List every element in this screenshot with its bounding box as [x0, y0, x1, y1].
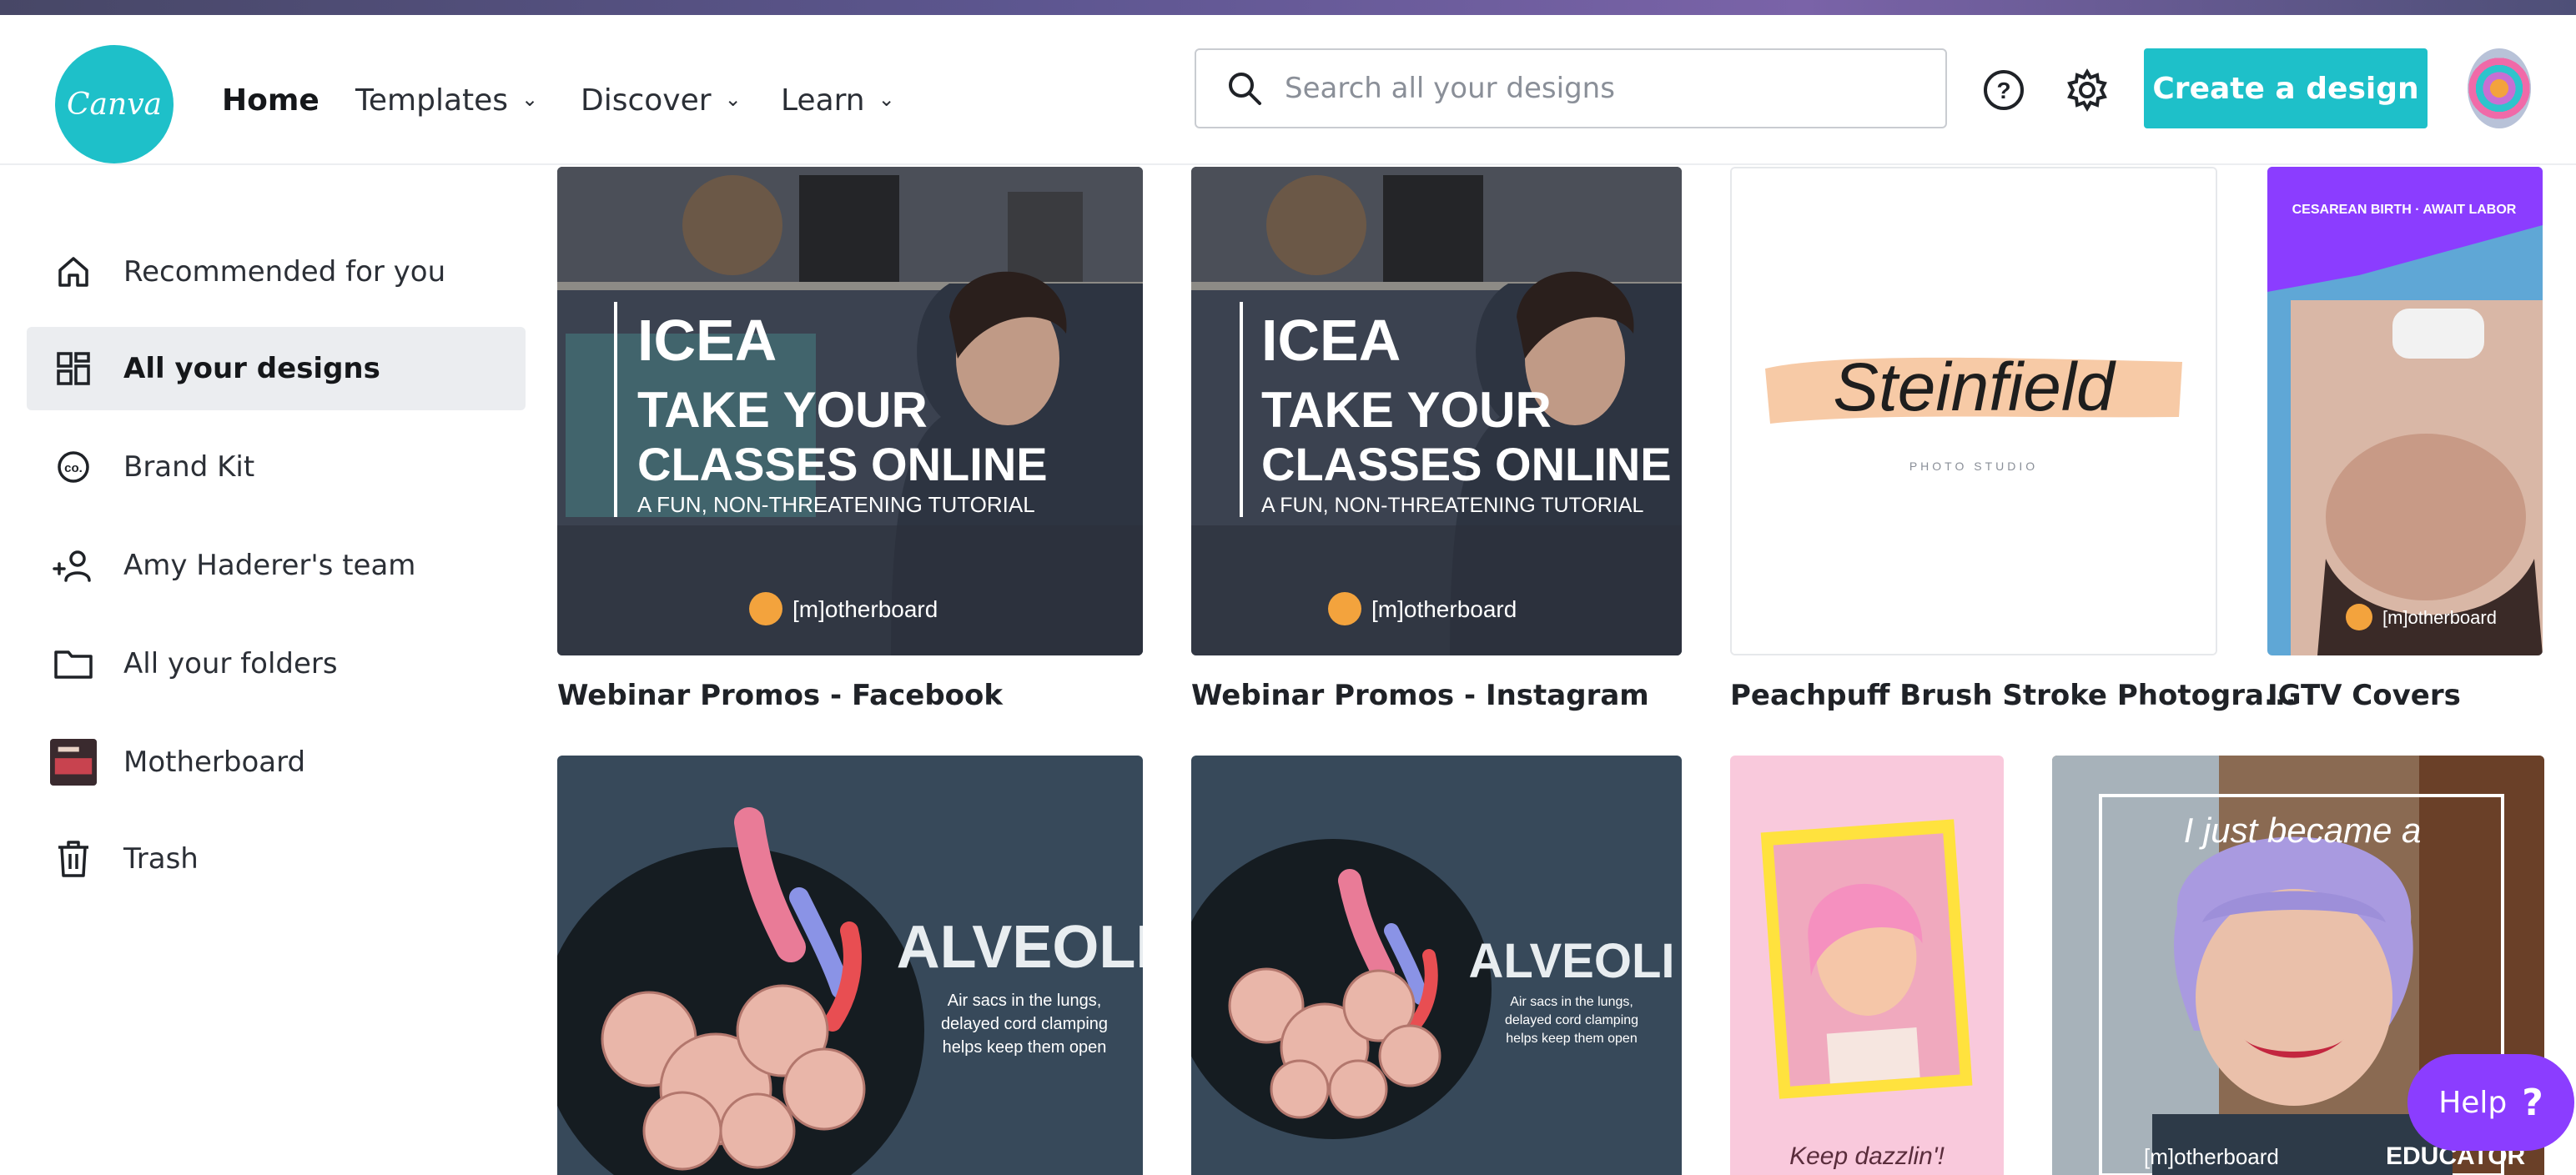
thumb-line3: A FUN, NON-THREATENING TUTORIAL: [637, 492, 1035, 517]
chevron-down-icon: ⌄: [521, 87, 539, 111]
gear-icon: [2067, 68, 2107, 113]
sidebar-item-brand-kit[interactable]: co. Brand Kit: [27, 425, 526, 509]
sidebar-item-motherboard[interactable]: Motherboard: [27, 721, 526, 804]
thumb-line: Air sacs in the lungs,: [1510, 995, 1633, 1009]
question-icon: ?: [2522, 1081, 2543, 1124]
search-input[interactable]: [1283, 71, 1945, 106]
design-thumbnail: Keep dazzlin'!: [1730, 756, 2004, 1175]
design-title[interactable]: Peachpuff Brush Stroke Photogra...: [1730, 679, 2297, 712]
design-thumbnail: CESAREAN BIRTH · AWAIT LABOR [m]otherboa…: [2267, 167, 2543, 655]
svg-text:co.: co.: [64, 461, 83, 475]
design-thumbnail: ICEA TAKE YOUR CLASSES ONLINE A FUN, NON…: [1191, 167, 1682, 655]
nav-home[interactable]: Home: [222, 83, 319, 118]
thumb-heading: ALVEOLI: [1468, 934, 1674, 988]
question-circle-icon: ?: [1984, 70, 2024, 110]
sidebar-item-all-designs[interactable]: All your designs: [27, 327, 526, 410]
design-thumbnail: ALVEOLI Air sacs in the lungs, delayed c…: [557, 756, 1143, 1175]
team-icon: [50, 542, 97, 589]
thumb-line2: CLASSES ONLINE: [1261, 438, 1672, 490]
design-thumbnail: ICEA TAKE YOUR CLASSES ONLINE A FUN, NON…: [557, 167, 1143, 655]
avatar[interactable]: [2468, 48, 2531, 128]
thumb-line: Air sacs in the lungs,: [948, 992, 1102, 1010]
thumb-sub-text: PHOTO STUDIO: [1909, 459, 2038, 473]
help-center-button[interactable]: ?: [1979, 65, 2029, 115]
sidebar: Recommended for you All your designs co.…: [0, 163, 551, 1175]
design-card-webinar-instagram[interactable]: ICEA TAKE YOUR CLASSES ONLINE A FUN, NON…: [1191, 167, 1682, 655]
thumb-line1: TAKE YOUR: [637, 382, 928, 438]
thumb-line: helps keep them open: [943, 1038, 1107, 1057]
thumb-line2: CLASSES ONLINE: [637, 438, 1048, 490]
browser-top-strip: [0, 0, 2576, 23]
design-card-alveoli-2[interactable]: ALVEOLI Air sacs in the lungs, delayed c…: [1191, 756, 1682, 1175]
trash-icon: [50, 836, 97, 882]
thumb-line: delayed cord clamping: [1505, 1013, 1638, 1027]
search-icon: [1229, 73, 1261, 105]
design-thumbnail: ALVEOLI Air sacs in the lungs, delayed c…: [1191, 756, 1682, 1175]
sidebar-item-recommended[interactable]: Recommended for you: [27, 230, 526, 314]
design-card-peachpuff[interactable]: Steinfield PHOTO STUDIO: [1730, 167, 2217, 655]
thumb-script-text: Keep dazzlin'!: [1789, 1142, 1945, 1170]
sidebar-item-team[interactable]: Amy Haderer's team: [27, 524, 526, 607]
header: Canva Home Templates⌄ Discover⌄ Learn⌄ ?…: [0, 15, 2576, 165]
design-thumbnail: Steinfield PHOTO STUDIO: [1732, 168, 2216, 654]
design-title[interactable]: Webinar Promos - Facebook: [557, 679, 1003, 712]
thumb-brand: [m]otherboard: [792, 596, 938, 622]
thumb-brand: [m]otherboard: [2382, 607, 2497, 628]
help-button[interactable]: Help?: [2407, 1054, 2574, 1151]
thumb-line: helps keep them open: [1506, 1032, 1637, 1046]
thumb-line3: A FUN, NON-THREATENING TUTORIAL: [1261, 494, 1643, 517]
thumb-logo-text: ICEA: [1261, 308, 1401, 373]
thumb-line: delayed cord clamping: [941, 1015, 1108, 1033]
folder-icon: [50, 640, 97, 687]
canva-logo[interactable]: Canva: [55, 45, 174, 163]
thumb-banner: CESAREAN BIRTH · AWAIT LABOR: [2292, 203, 2517, 217]
thumb-line1: TAKE YOUR: [1261, 382, 1552, 438]
chevron-down-icon: ⌄: [878, 87, 895, 111]
design-card-alveoli-1[interactable]: ALVEOLI Air sacs in the lungs, delayed c…: [557, 756, 1143, 1175]
thumb-brand: [m]otherboard: [1371, 596, 1517, 622]
design-card-igtv[interactable]: CESAREAN BIRTH · AWAIT LABOR [m]otherboa…: [2267, 167, 2543, 655]
create-design-button[interactable]: Create a design: [2144, 48, 2428, 128]
design-title[interactable]: Webinar Promos - Instagram: [1191, 679, 1649, 712]
sidebar-item-folders[interactable]: All your folders: [27, 622, 526, 706]
grid-icon: [50, 345, 97, 392]
thumb-script-text: Steinfield: [1833, 349, 2116, 425]
thumb-brand: [m]otherboard: [2144, 1144, 2279, 1169]
nav-learn[interactable]: Learn ⌄: [781, 83, 895, 118]
nav-discover[interactable]: Discover ⌄: [581, 83, 742, 118]
folder-thumbnail: [50, 739, 97, 786]
settings-button[interactable]: [2062, 65, 2112, 115]
design-card-webinar-facebook[interactable]: ICEA TAKE YOUR CLASSES ONLINE A FUN, NON…: [557, 167, 1143, 655]
home-icon: [50, 249, 97, 295]
sidebar-item-trash[interactable]: Trash: [27, 817, 526, 901]
chevron-down-icon: ⌄: [724, 87, 742, 111]
svg-text:?: ?: [1996, 78, 2010, 103]
design-card-pink-story[interactable]: Keep dazzlin'!: [1730, 756, 2004, 1175]
thumb-logo-text: ICEA: [637, 308, 777, 373]
thumb-heading: ALVEOLI: [897, 914, 1143, 981]
thumb-script-text: I just became a: [2184, 811, 2422, 850]
brand-kit-icon: co.: [50, 444, 97, 490]
design-title[interactable]: IGTV Covers: [2267, 679, 2461, 712]
nav-templates[interactable]: Templates ⌄: [355, 83, 538, 118]
search-box[interactable]: [1195, 48, 1947, 128]
